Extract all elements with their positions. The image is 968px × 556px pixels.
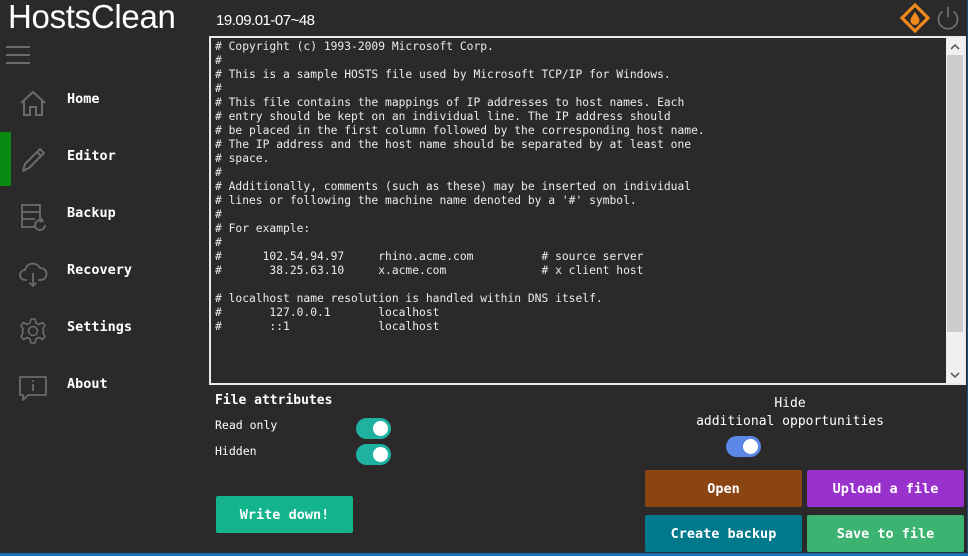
sidebar-item-label: Settings: [67, 319, 133, 335]
sidebar-item-label: About: [67, 376, 108, 392]
sidebar-item-about[interactable]: About: [0, 360, 205, 414]
toggle-knob: [373, 421, 388, 436]
write-down-button[interactable]: Write down!: [216, 496, 353, 533]
read-only-toggle[interactable]: [356, 418, 391, 439]
hide-additional-label: Hide additional opportunities: [680, 395, 900, 431]
toggle-knob: [743, 439, 758, 454]
toggle-knob: [373, 447, 388, 462]
hidden-label: Hidden: [215, 444, 257, 458]
hosts-editor[interactable]: # Copyright (c) 1993-2009 Microsoft Corp…: [209, 36, 966, 385]
pencil-icon: [22, 148, 45, 172]
editor-scrollbar[interactable]: [946, 38, 964, 383]
read-only-label: Read only: [215, 418, 278, 432]
scroll-up-button[interactable]: [946, 38, 964, 55]
sidebar-item-recovery[interactable]: Recovery: [0, 246, 205, 300]
sidebar-item-editor[interactable]: Editor: [0, 132, 205, 186]
upload-file-button[interactable]: Upload a file: [807, 470, 964, 507]
hosts-editor-text[interactable]: # Copyright (c) 1993-2009 Microsoft Corp…: [211, 38, 946, 383]
create-backup-button[interactable]: Create backup: [645, 515, 802, 552]
cloud-download-icon: [19, 262, 48, 288]
open-button[interactable]: Open: [645, 470, 802, 507]
hide-label-line1: Hide: [774, 396, 806, 411]
file-attributes-heading: File attributes: [215, 393, 333, 408]
info-icon: [19, 376, 47, 401]
hide-additional-toggle[interactable]: [726, 436, 761, 457]
save-to-file-button[interactable]: Save to file: [807, 515, 964, 552]
gear-icon: [20, 318, 46, 344]
chevron-up-icon: [950, 43, 960, 50]
sidebar-item-backup[interactable]: Backup: [0, 189, 205, 243]
sidebar-item-label: Recovery: [67, 262, 133, 278]
backup-icon: [21, 204, 46, 231]
home-icon: [20, 90, 46, 116]
power-icon[interactable]: [934, 4, 962, 32]
hide-label-line2: additional opportunities: [696, 414, 884, 429]
hamburger-menu-icon[interactable]: [6, 46, 30, 64]
sidebar-item-label: Backup: [67, 205, 116, 221]
chevron-down-icon: [950, 371, 960, 378]
flame-diamond-icon: [899, 3, 931, 33]
sidebar-item-label: Editor: [67, 148, 116, 164]
sidebar-item-home[interactable]: Home: [0, 75, 205, 129]
active-indicator: [0, 132, 11, 186]
version-label: 19.09.01-07~48: [216, 12, 315, 29]
scroll-thumb[interactable]: [947, 55, 963, 332]
app-title: HostsClean: [8, 0, 176, 35]
sidebar-item-label: Home: [67, 91, 100, 107]
hidden-toggle[interactable]: [356, 444, 391, 465]
sidebar-item-settings[interactable]: Settings: [0, 303, 205, 357]
app-window: HostsClean 19.09.01-07~48 Home Editor Ba…: [0, 0, 968, 556]
scroll-down-button[interactable]: [946, 366, 964, 383]
